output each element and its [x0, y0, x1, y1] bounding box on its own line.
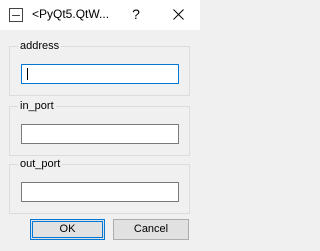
in-port-label: in_port — [18, 99, 56, 113]
help-button[interactable]: ? — [124, 3, 148, 27]
ok-button[interactable]: OK — [30, 219, 105, 240]
out-port-label: out_port — [18, 157, 63, 171]
title-bar: <PyQt5.QtW... ? — [0, 0, 200, 30]
in-port-input[interactable] — [21, 124, 179, 144]
out-port-group: out_port — [9, 157, 190, 214]
address-input[interactable] — [21, 64, 179, 84]
window-title: <PyQt5.QtW... — [32, 7, 110, 21]
dialog-window: <PyQt5.QtW... ? address in_port out_port… — [0, 0, 200, 251]
window-app-icon — [9, 8, 23, 22]
address-label: address — [18, 39, 62, 53]
in-port-group: in_port — [9, 99, 190, 156]
cancel-button[interactable]: Cancel — [113, 219, 189, 240]
address-group: address — [9, 39, 190, 96]
text-caret — [27, 68, 28, 80]
out-port-input[interactable] — [21, 182, 179, 202]
close-icon — [173, 9, 184, 20]
close-button[interactable] — [164, 3, 194, 27]
